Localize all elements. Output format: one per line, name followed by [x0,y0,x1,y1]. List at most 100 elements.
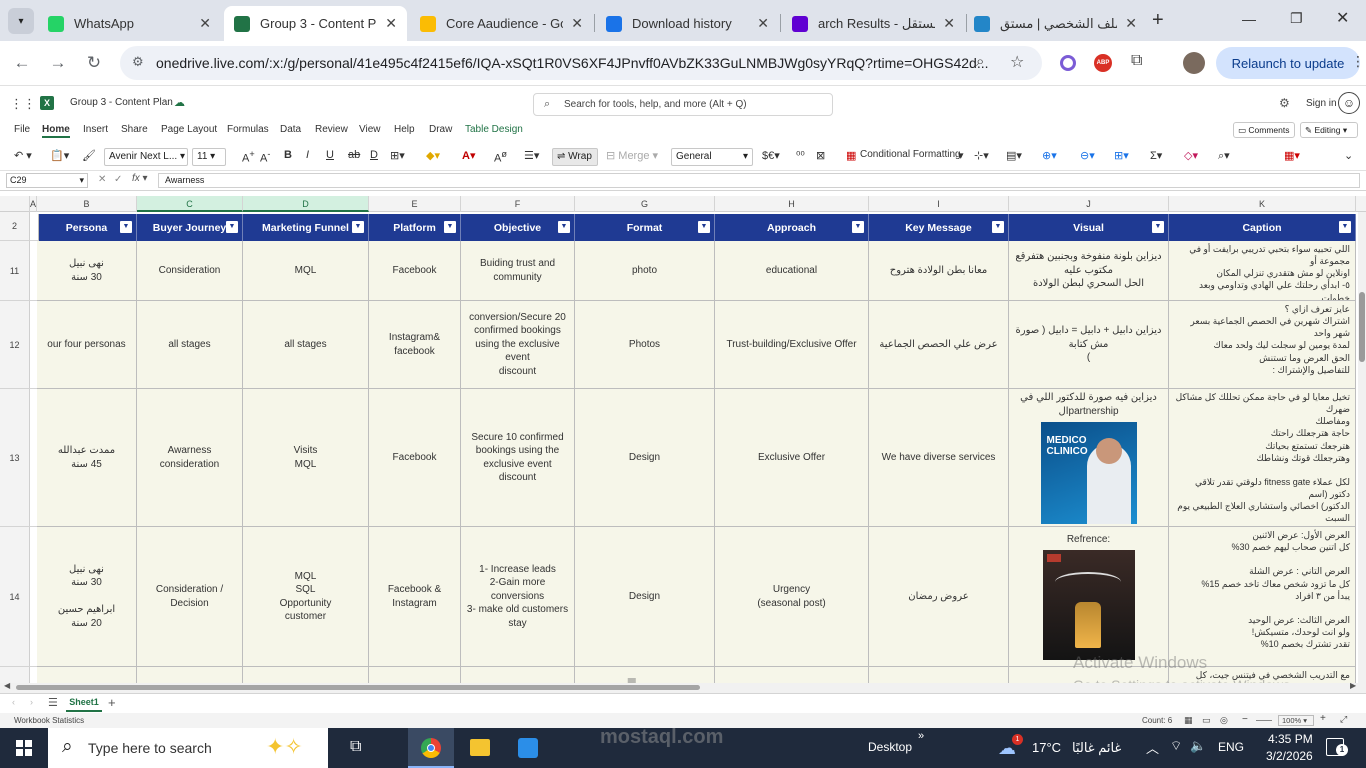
table-cell[interactable]: نهى نبيل 30 سنة [37,241,137,301]
taskbar-chrome[interactable] [408,728,454,768]
browser-menu-icon[interactable]: ⋮ [1351,53,1365,70]
font-size-select[interactable]: 11 ▾ [192,148,226,166]
column-header-d[interactable]: D [243,196,369,212]
language-indicator[interactable]: ENG [1218,740,1244,754]
view-layout-icon[interactable]: ▭ [1202,715,1211,726]
table-cell[interactable]: Facebook & Instagram [369,527,461,667]
zoom-out-icon[interactable]: − [1242,714,1248,725]
new-tab-icon[interactable]: + [1152,9,1164,32]
forward-icon[interactable]: → [46,51,70,75]
menu-formulas[interactable]: Formulas [227,124,269,135]
merge-button[interactable]: ⊟ Merge ▾ [606,149,658,162]
column-header-i[interactable]: I [869,196,1009,212]
bookmark-star-icon[interactable]: ☆ [1010,52,1024,72]
horizontal-scroll-thumb[interactable] [16,685,700,690]
profile-avatar[interactable] [1183,52,1205,74]
browser-tab-3[interactable]: Download history ✕ [596,6,779,41]
zoom-slider[interactable] [1256,720,1272,721]
comments-button[interactable]: ▭ Comments [1233,122,1295,138]
settings-gear-icon[interactable]: ⚙ [1279,96,1290,110]
table-header-persona[interactable]: Persona ▼ [37,214,137,241]
row-header-13[interactable]: 13 [0,389,30,527]
table-cell[interactable] [869,667,1009,683]
desktop-toolbar-label[interactable]: Desktop [868,740,912,754]
menu-home[interactable]: Home [42,124,70,138]
table-cell[interactable]: Facebook [369,389,461,527]
copilot-sparkle-icon[interactable]: ✦✧ [266,734,303,760]
menu-help[interactable]: Help [394,124,415,135]
next-sheet-icon[interactable]: › [30,697,33,707]
table-cell[interactable]: Urgency (seasonal post) [715,527,869,667]
clear-icon[interactable]: ◇▾ [1184,149,1198,162]
table-cell[interactable]: Design [575,389,715,527]
autosum-icon[interactable]: Σ▾ [1150,149,1162,162]
table-cell[interactable]: Consideration [137,241,243,301]
table-cell[interactable]: ديزاين فيه صورة للدكتور اللي في partners… [1009,389,1169,527]
cancel-formula-icon[interactable]: ✕ [98,174,106,185]
taskbar-search-box[interactable]: ⌕ Type here to search ✦✧ [48,728,328,768]
increase-font-icon[interactable]: A+ [242,149,255,165]
table-cell[interactable]: تخيل معايا لو في حاجة ممكن تحللك كل مشاك… [1169,389,1356,527]
tools-search-input[interactable]: ⌕ Search for tools, help, and more (Alt … [533,93,833,116]
zoom-in-icon[interactable]: + [1320,713,1326,724]
add-ins-icon[interactable]: ▦▾ [1284,149,1300,162]
number-format-select[interactable]: General ▾ [671,148,753,166]
table-header-objective[interactable]: Objective ▼ [461,214,575,241]
column-header-a[interactable]: A [30,196,37,212]
menu-page-layout[interactable]: Page Layout [161,124,217,135]
tab-close-icon[interactable]: ✕ [1125,15,1137,32]
adblock-icon[interactable]: ABP [1094,54,1112,72]
browser-tab-1[interactable]: Group 3 - Content Pla ✕ [224,6,407,41]
url-text[interactable]: onedrive.live.com/:x:/g/personal/41e495c… [156,55,989,71]
borders-icon[interactable]: ⊞▾ [390,149,405,162]
table-cell[interactable]: ديزاين دابيل + دابيل = دابيل ( صورة مش ك… [1009,301,1169,389]
row-header-11[interactable]: 11 [0,241,30,301]
table-cell[interactable]: ديزاين بلونة منفوخة وبجنبين هتفرقع مكتوب… [1009,241,1169,301]
filter-dropdown-icon[interactable]: ▼ [852,221,864,233]
filter-dropdown-icon[interactable]: ▼ [352,221,364,233]
strikethrough-icon[interactable]: ab [348,149,360,161]
menu-insert[interactable]: Insert [83,124,108,135]
site-info-icon[interactable]: ⚙ [132,54,144,70]
table-cell[interactable]: Exclusive Offer [715,389,869,527]
column-header-h[interactable]: H [715,196,869,212]
table-cell[interactable]: نهى نبيل 30 سنة ابراهيم حسين 20 سنة [37,527,137,667]
table-cell[interactable]: Trust-building/Exclusive Offer [715,301,869,389]
table-header-approach[interactable]: Approach ▼ [715,214,869,241]
column-header-g[interactable]: G [575,196,715,212]
tab-close-icon[interactable]: ✕ [199,15,211,32]
table-cell[interactable]: Photos [575,301,715,389]
task-view-icon[interactable]: ⧉ [350,738,361,756]
insert-function-icon[interactable]: fx ▾ [132,173,148,184]
align-icon[interactable]: ☰▾ [524,149,539,162]
table-cell[interactable]: Visits MQL [243,389,369,527]
browser-tab-4[interactable]: arch Results - مستقل ✕ [782,6,965,41]
table-cell[interactable]: معانا بطن الولادة هتروح [869,241,1009,301]
paste-icon[interactable]: 📋▾ [50,149,69,162]
conditional-format-icon[interactable]: ▦ [846,149,856,162]
font-format-icon[interactable]: Aø [494,149,507,165]
font-color-icon[interactable]: A▾ [462,149,475,162]
menu-view[interactable]: View [359,124,381,135]
table-cell[interactable]: Consideration / Decision [137,527,243,667]
tab-close-icon[interactable]: ✕ [385,15,397,32]
column-header-b[interactable]: B [37,196,137,212]
cell-styles-icon[interactable]: ▤▾ [1006,149,1022,162]
table-cell[interactable] [37,667,137,683]
table-cell[interactable] [137,667,243,683]
table-cell[interactable]: اللي تحبيه سواء بتحبي تدريبي برايفت أو ف… [1169,241,1356,301]
table-cell[interactable]: Awarness consideration [137,389,243,527]
format-cells-icon[interactable]: ⊞▾ [1114,149,1129,162]
table-cell[interactable]: We have diverse services [869,389,1009,527]
table-cell[interactable]: Facebook [369,241,461,301]
table-cell[interactable]: MQL [243,241,369,301]
table-cell[interactable]: Design [575,527,715,667]
clock-time[interactable]: 4:35 PM [1268,732,1313,746]
vertical-scroll-thumb[interactable] [1359,292,1365,362]
menu-share[interactable]: Share [121,124,148,135]
vertical-scrollbar[interactable] [1358,212,1366,683]
table-cell[interactable]: Instagram& facebook [369,301,461,389]
table-cell[interactable]: educational [715,241,869,301]
insert-cells-icon[interactable]: ⊕▾ [1042,149,1057,162]
horizontal-scrollbar[interactable]: ◀ ▶ [0,681,1366,693]
